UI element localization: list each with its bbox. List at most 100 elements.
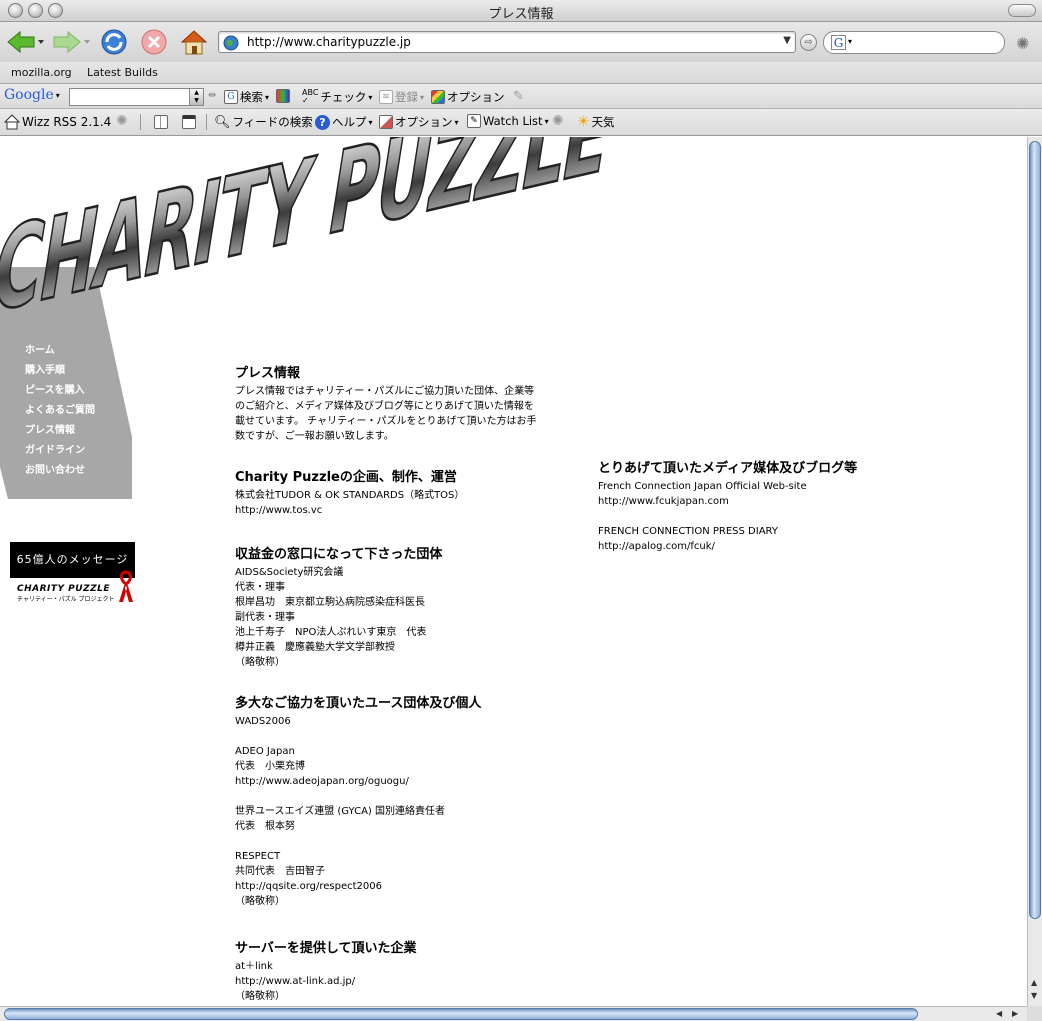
window-title: プレス情報 <box>488 7 554 22</box>
loading-icon: ✺ <box>116 113 128 129</box>
recipients-line: 根岸昌功 東京都立駒込病院感染症科医長 <box>235 597 425 608</box>
google-options-button[interactable]: オプション <box>431 89 505 105</box>
title-bar: プレス情報 <box>0 0 1042 22</box>
recipients-section: 収益金の窓口になって下さった団体 AIDS&Society研究会議 代表・理事 … <box>235 543 545 670</box>
sidebar-panel-icon[interactable] <box>154 115 168 129</box>
reload-button[interactable] <box>99 28 129 56</box>
youth-line: WADS2006 <box>235 716 291 727</box>
watch-list-label: Watch List <box>483 114 543 128</box>
rss-toolbar: Wizz RSS 2.1.4 ✺ 🔍︎ フィードの検索 ? ヘルプ ▾ オプショ… <box>0 109 1042 136</box>
nav-press[interactable]: プレス情報 <box>25 423 95 443</box>
nav-home[interactable]: ホーム <box>25 343 95 363</box>
media-section: とりあげて頂いたメディア媒体及びブログ等 French Connection J… <box>598 457 918 554</box>
google-search-input[interactable]: ▲ ▼ <box>69 88 204 106</box>
home-icon <box>4 114 20 130</box>
help-icon: ? <box>315 114 330 130</box>
google-menu-button[interactable]: Google ▾ <box>4 87 60 103</box>
vertical-scroll-thumb[interactable] <box>1029 141 1041 919</box>
recipients-line: 副代表・理事 <box>235 612 295 623</box>
chevron-down-icon: ▾ <box>368 92 373 102</box>
google-engine-icon[interactable]: G <box>831 35 846 50</box>
planning-link[interactable]: http://www.tos.vc <box>235 503 545 518</box>
horizontal-scroll-thumb[interactable] <box>4 1008 918 1020</box>
wizz-rss-button[interactable]: Wizz RSS 2.1.4 <box>4 114 111 130</box>
nav-contact[interactable]: お問い合わせ <box>25 463 95 483</box>
feed-search-button[interactable]: 🔍︎ フィードの検索 <box>214 114 313 130</box>
youth-link[interactable]: http://qqsite.org/respect2006 <box>235 879 545 894</box>
youth-line: 代表 小栗充博 <box>235 761 305 772</box>
youth-line: ADEO Japan <box>235 746 295 757</box>
youth-link[interactable]: http://www.adeojapan.org/oguogu/ <box>235 774 545 789</box>
media-line: French Connection Japan Official Web-sit… <box>598 481 807 492</box>
drag-handle-icon[interactable]: ⇹ <box>208 90 216 101</box>
settings-icon <box>379 115 393 129</box>
page-title: プレス情報 <box>235 366 301 381</box>
red-ribbon-icon <box>119 570 133 602</box>
scroll-down-arrow-icon[interactable]: ▼ <box>1031 991 1037 1000</box>
youth-line: （略敬称） <box>235 896 285 907</box>
weather-button[interactable]: ☀ 天気 <box>577 114 615 130</box>
window-panel-icon[interactable] <box>182 115 196 129</box>
server-line: （略敬称） <box>235 991 285 1002</box>
nav-guidelines[interactable]: ガイドライン <box>25 443 95 463</box>
search-label: 検索 <box>240 90 263 104</box>
rss-feed-icon: ≋ <box>379 90 393 104</box>
reload-icon <box>101 29 127 55</box>
url-dropdown-icon[interactable]: ▼ <box>783 35 791 46</box>
highlighter-icon[interactable]: ✎ <box>513 89 524 104</box>
pagerank-button[interactable] <box>276 89 290 103</box>
vertical-scrollbar[interactable]: ▲ ▼ <box>1027 137 1042 1006</box>
site-logo[interactable]: CHARITY PUZZLE <box>0 137 620 327</box>
sun-icon: ☀ <box>577 114 590 130</box>
register-label: 登録 <box>395 90 418 104</box>
url-text[interactable]: http://www.charitypuzzle.jp <box>247 35 411 49</box>
scroll-up-arrow-icon[interactable]: ▲ <box>1031 978 1037 987</box>
toolbar-toggle-button[interactable] <box>1008 4 1036 17</box>
bookmark-latest-builds[interactable]: Latest Builds <box>87 66 158 79</box>
media-link[interactable]: http://apalog.com/fcuk/ <box>598 539 918 554</box>
media-link[interactable]: http://www.fcukjapan.com <box>598 494 918 509</box>
planning-company: 株式会社TUDOR & OK STANDARDS（略式TOS） <box>235 490 465 501</box>
nav-faq[interactable]: よくあるご質問 <box>25 403 95 423</box>
server-link[interactable]: http://www.at-link.ad.jp/ <box>235 974 545 989</box>
register-button[interactable]: ≋ 登録 ▾ <box>379 89 424 105</box>
bookmarks-toolbar: mozilla.org Latest Builds <box>0 62 1042 84</box>
message-banner[interactable]: 65億人のメッセージ CHARITY PUZZLE チャリティー・パズル プロジ… <box>10 542 135 606</box>
youth-section: 多大なご協力を頂いたユース団体及び個人 WADS2006 ADEO Japan … <box>235 692 545 909</box>
recipients-heading: 収益金の窓口になって下さった団体 <box>235 547 443 562</box>
nav-buy-piece[interactable]: ピースを購入 <box>25 383 95 403</box>
watch-list-button[interactable]: ✎ Watch List ▾ <box>467 114 549 128</box>
go-button[interactable]: ⇨ <box>800 34 817 51</box>
engine-dropdown-icon[interactable]: ▾ <box>848 37 852 46</box>
stop-button[interactable] <box>139 28 169 56</box>
stop-icon <box>141 29 167 55</box>
back-button[interactable] <box>6 28 44 56</box>
weather-label: 天気 <box>591 115 615 129</box>
options-icon <box>431 90 445 104</box>
scroll-right-arrow-icon[interactable]: ▶ <box>1012 1009 1018 1018</box>
home-button[interactable] <box>178 28 210 56</box>
browser-search-box[interactable]: G ▾ <box>823 31 1005 54</box>
help-label: ヘルプ <box>332 115 367 129</box>
url-bar[interactable]: http://www.charitypuzzle.jp ▼ <box>218 31 796 53</box>
google-search-button[interactable]: G 検索 ▾ <box>224 89 269 105</box>
planning-section: Charity Puzzleの企画、制作、運営 株式会社TUDOR & OK S… <box>235 466 545 518</box>
wizz-rss-label: Wizz RSS 2.1.4 <box>22 115 112 129</box>
spell-check-button[interactable]: ABC ✓ チェック ▾ <box>302 89 372 105</box>
chevron-down-icon: ▾ <box>368 117 373 127</box>
chevron-down-icon: ▾ <box>454 117 459 127</box>
recipients-line: 池上千寿子 NPO法人ぷれいす東京 代表 <box>235 627 427 638</box>
nav-purchase-steps[interactable]: 購入手順 <box>25 363 95 383</box>
google-toolbar: Google ▾ ▲ ▼ ⇹ G 検索 ▾ ABC ✓ チェック ▾ ≋ 登録 ▾ … <box>0 84 1042 109</box>
horizontal-scrollbar[interactable]: ◀ ▶ <box>0 1006 1027 1021</box>
rss-options-button[interactable]: オプション ▾ <box>379 114 459 130</box>
forward-button[interactable] <box>52 28 90 56</box>
home-icon <box>180 30 208 55</box>
search-history-stepper[interactable]: ▲ ▼ <box>189 89 203 105</box>
bookmark-mozilla[interactable]: mozilla.org <box>11 66 72 79</box>
scroll-left-arrow-icon[interactable]: ◀ <box>996 1009 1002 1018</box>
chevron-down-icon: ▾ <box>55 90 60 100</box>
resize-grip[interactable] <box>1027 1006 1042 1021</box>
recipients-line: 代表・理事 <box>235 582 285 593</box>
help-button[interactable]: ? ヘルプ ▾ <box>315 114 373 130</box>
